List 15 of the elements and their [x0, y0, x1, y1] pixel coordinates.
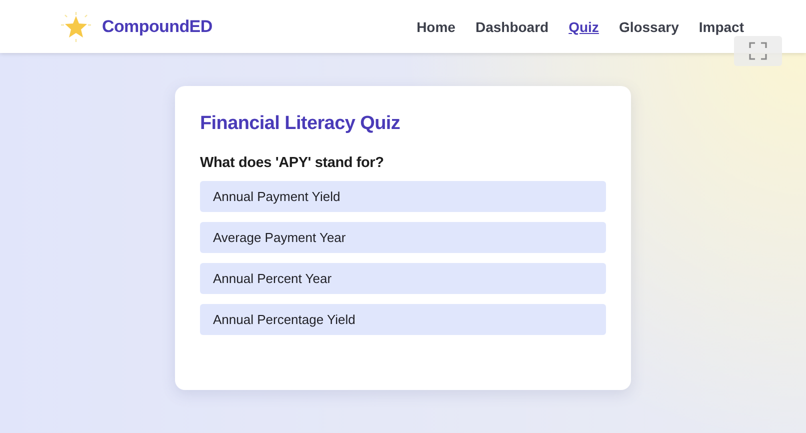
answer-option[interactable]: Average Payment Year [200, 222, 606, 253]
nav-link[interactable]: Dashboard [475, 18, 549, 34]
nav-link[interactable]: Glossary [618, 18, 679, 34]
question-text: What does 'APY' stand for? [200, 155, 385, 171]
quiz-title: Financial Literacy Quiz [200, 113, 402, 135]
answer-option[interactable]: Annual Payment Yield [200, 181, 606, 212]
nav-link[interactable]: Quiz [568, 18, 599, 34]
fullscreen-icon [749, 42, 767, 60]
answer-option[interactable]: Annual Percentage Yield [200, 304, 606, 335]
nav-link[interactable]: Impact [698, 18, 744, 34]
fullscreen-button[interactable] [734, 36, 782, 66]
answer-option[interactable]: Annual Percent Year [200, 263, 606, 294]
brand-name: CompoundED [102, 16, 212, 36]
nav-link[interactable]: Home [416, 18, 456, 34]
star-icon [60, 10, 92, 42]
